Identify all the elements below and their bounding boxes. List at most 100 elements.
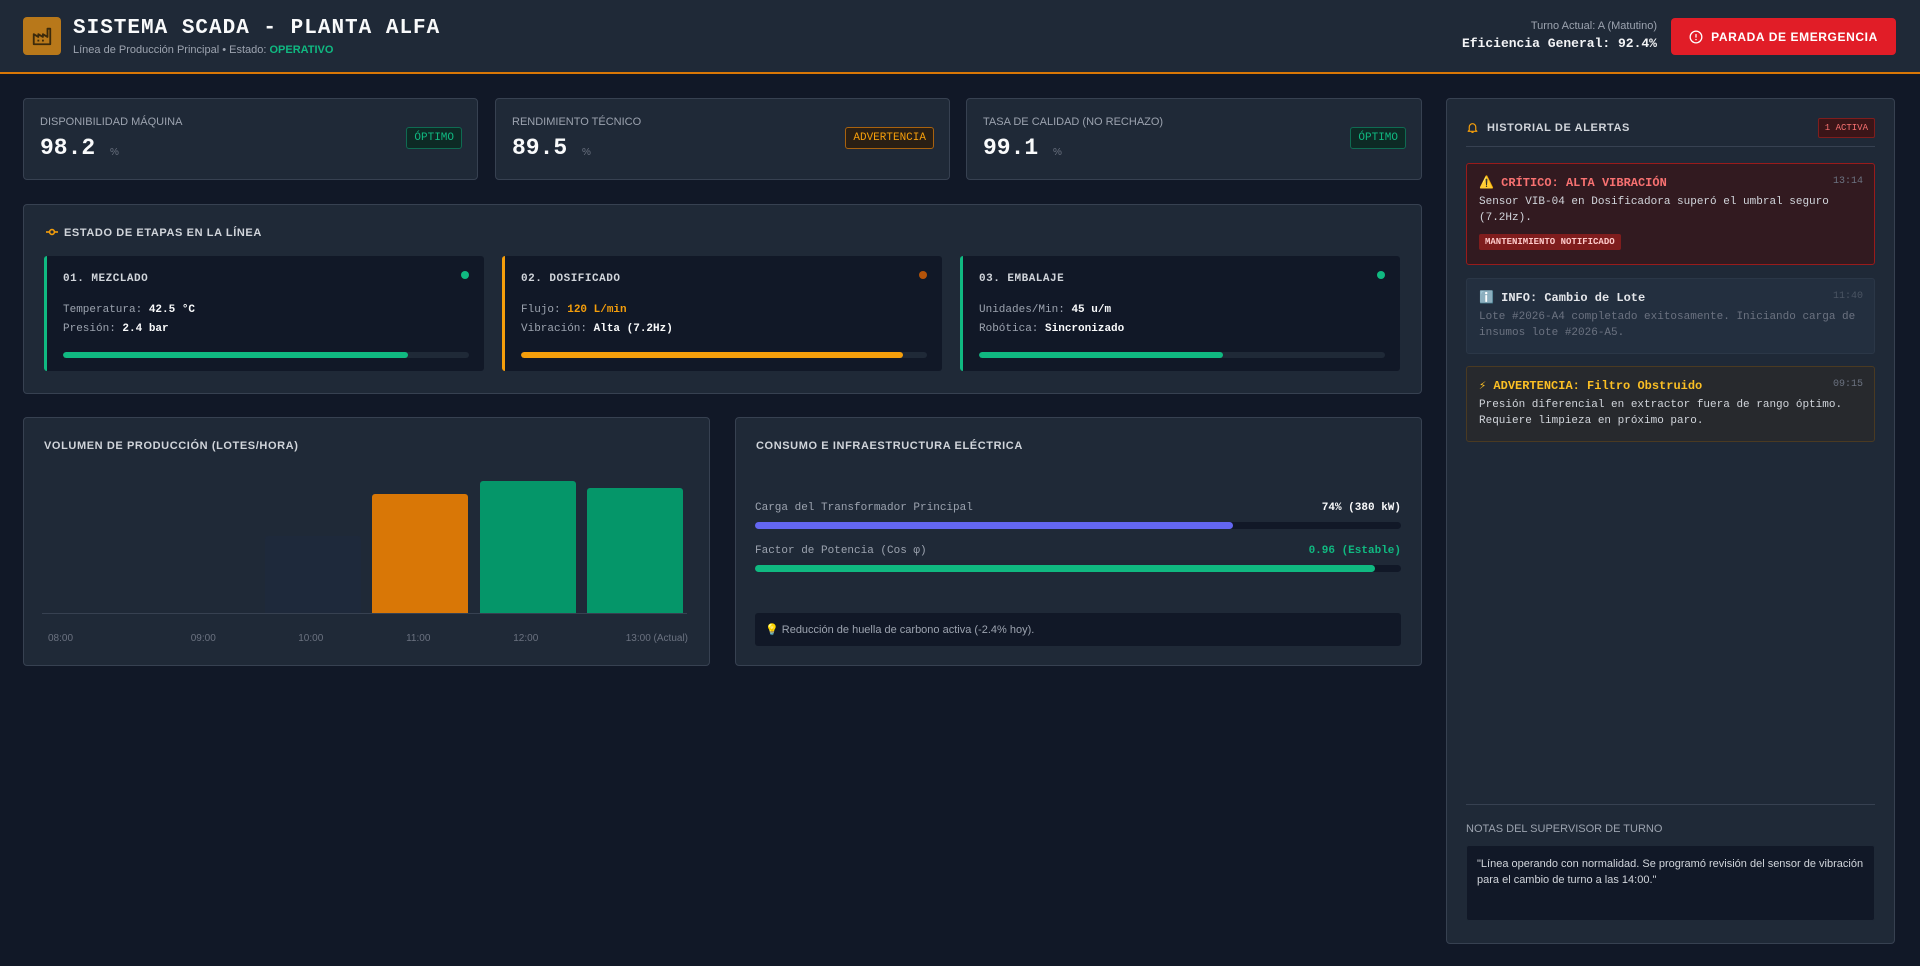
emergency-stop-label: PARADA DE EMERGENCIA — [1711, 29, 1878, 44]
production-chart-panel: VOLUMEN DE PRODUCCIÓN (LOTES/HORA) 08:00… — [23, 417, 710, 666]
metric-value: 120 L/min — [567, 304, 627, 316]
metric-label: Presión: — [63, 323, 116, 335]
stage-card-mixing[interactable]: 01. MEZCLADO Temperatura: 42.5 °C Presió… — [44, 256, 484, 371]
kpi-value: 89.5 — [512, 135, 568, 161]
overall-efficiency: Eficiencia General: 92.4% — [1461, 36, 1657, 51]
status-dot — [1377, 271, 1385, 279]
alert-body: Sensor VIB-04 en Dosificadora superó el … — [1479, 196, 1829, 224]
kpi-value: 99.1 — [983, 135, 1039, 161]
alerts-header: HISTORIAL DE ALERTAS — [1466, 121, 1630, 134]
x-tick-label: 10:00 — [298, 633, 324, 644]
stage-metric: Robótica: Sincronizado — [979, 323, 1124, 335]
stage-metric: Unidades/Min: 45 u/m — [979, 304, 1111, 316]
chart-bar — [372, 494, 469, 613]
supervisor-notes-field[interactable]: "Línea operando con normalidad. Se progr… — [1466, 845, 1875, 921]
kpi-label: TASA DE CALIDAD (NO RECHAZO) — [983, 116, 1164, 128]
kpi-unit: % — [582, 147, 591, 158]
active-alerts-badge: 1 ACTIVA — [1817, 118, 1875, 138]
alerts-title: HISTORIAL DE ALERTAS — [1487, 121, 1630, 134]
maintenance-tag: MANTENIMIENTO NOTIFICADO — [1479, 234, 1621, 250]
metric-value: 2.4 bar — [122, 323, 169, 335]
x-tick-label: 13:00 (Actual) — [625, 633, 688, 644]
stage-metric: Temperatura: 42.5 °C — [63, 304, 195, 316]
app-title: SISTEMA SCADA - PLANTA ALFA — [73, 17, 441, 40]
status-badge: ÓPTIMO — [1350, 127, 1406, 149]
subtitle-text: Línea de Producción Principal • Estado: — [73, 44, 270, 56]
alert-title: ⚠️ CRÍTICO: ALTA VIBRACIÓN — [1479, 176, 1667, 190]
x-tick-label: 09:00 — [190, 633, 216, 644]
transformer-load-bar — [755, 522, 1401, 529]
x-tick-label: 11:00 — [406, 633, 431, 644]
notes-divider — [1466, 804, 1875, 805]
stage-card-dosing[interactable]: 02. DOSIFICADO Flujo: 120 L/min Vibració… — [502, 256, 942, 371]
emergency-stop-button[interactable]: PARADA DE EMERGENCIA — [1671, 18, 1896, 55]
stages-title-text: ESTADO DE ETAPAS EN LA LÍNEA — [64, 227, 262, 239]
top-header: SISTEMA SCADA - PLANTA ALFA Línea de Pro… — [0, 0, 1920, 74]
power-factor-label: Factor de Potencia (Cos φ) — [755, 545, 927, 557]
metric-label: Vibración: — [521, 323, 588, 335]
bell-icon — [1467, 123, 1478, 133]
kpi-unit: % — [1053, 147, 1062, 158]
alert-info[interactable]: ℹ️ INFO: Cambio de Lote 11:40 Lote #2026… — [1466, 278, 1875, 354]
kpi-card-availability: DISPONIBILIDAD MÁQUINA 98.2 % ÓPTIMO — [23, 98, 478, 180]
progress-fill — [63, 352, 409, 358]
power-panel: CONSUMO E INFRAESTRUCTURA ELÉCTRICA Carg… — [735, 417, 1422, 666]
status-badge: ÓPTIMO — [406, 127, 462, 149]
kpi-label: DISPONIBILIDAD MÁQUINA — [40, 116, 183, 128]
chart-bar — [587, 487, 684, 613]
alert-title: ⚡ ADVERTENCIA: Filtro Obstruido — [1479, 379, 1703, 393]
carbon-note: 💡 Reducción de huella de carbono activa … — [755, 613, 1401, 646]
alert-time: 09:15 — [1832, 379, 1863, 390]
metric-label: Robótica: — [979, 323, 1039, 335]
status-badge: ADVERTENCIA — [845, 127, 934, 149]
alert-critical[interactable]: ⚠️ CRÍTICO: ALTA VIBRACIÓN 13:14 Sensor … — [1466, 163, 1875, 265]
stage-card-packaging[interactable]: 03. EMBALAJE Unidades/Min: 45 u/m Robóti… — [960, 256, 1400, 371]
stage-progress-bar — [979, 352, 1385, 358]
kpi-value: 98.2 — [40, 135, 96, 161]
chart-bar — [264, 536, 361, 613]
progress-fill — [979, 352, 1223, 358]
kpi-card-performance: RENDIMIENTO TÉCNICO 89.5 % ADVERTENCIA — [495, 98, 950, 180]
line-stages-panel: ESTADO DE ETAPAS EN LA LÍNEA 01. MEZCLAD… — [23, 204, 1422, 394]
power-title: CONSUMO E INFRAESTRUCTURA ELÉCTRICA — [756, 440, 1023, 452]
stage-title: 02. DOSIFICADO — [521, 273, 621, 285]
alert-warning[interactable]: ⚡ ADVERTENCIA: Filtro Obstruido 09:15 Pr… — [1466, 366, 1875, 442]
x-tick-label: 12:00 — [513, 633, 539, 644]
stage-metric: Presión: 2.4 bar — [63, 323, 169, 335]
alert-time: 11:40 — [1832, 291, 1863, 302]
status-dot — [461, 271, 469, 279]
alert-body: Presión diferencial en extractor fuera d… — [1479, 399, 1843, 427]
alert-time: 13:14 — [1832, 176, 1863, 187]
alerts-divider — [1466, 146, 1875, 147]
alert-body: Lote #2026-A4 completado exitosamente. I… — [1479, 311, 1856, 339]
stage-metric: Flujo: 120 L/min — [521, 304, 627, 316]
metric-label: Temperatura: — [63, 304, 143, 316]
power-factor-value: 0.96 (Estable) — [1308, 545, 1401, 557]
line-stages-title: ESTADO DE ETAPAS EN LA LÍNEA — [46, 227, 262, 239]
shift-label: Turno Actual: A (Matutino) — [1530, 20, 1657, 32]
metric-label: Flujo: — [521, 304, 561, 316]
pf-fill — [755, 565, 1376, 572]
metric-value: 42.5 °C — [148, 304, 196, 316]
kpi-card-quality: TASA DE CALIDAD (NO RECHAZO) 99.1 % ÓPTI… — [966, 98, 1422, 180]
stage-title: 01. MEZCLADO — [63, 273, 149, 285]
progress-fill — [521, 352, 903, 358]
kpi-label: RENDIMIENTO TÉCNICO — [512, 116, 642, 128]
line-status: OPERATIVO — [269, 44, 334, 56]
kpi-unit: % — [110, 147, 119, 158]
stages-icon — [46, 228, 58, 236]
stage-progress-bar — [63, 352, 469, 358]
metric-value: Sincronizado — [1045, 323, 1125, 335]
app-subtitle: Línea de Producción Principal • Estado: … — [73, 44, 333, 56]
stage-metric: Vibración: Alta (7.2Hz) — [521, 323, 673, 335]
status-dot — [919, 271, 927, 279]
alerts-panel: HISTORIAL DE ALERTAS 1 ACTIVA ⚠️ CRÍTICO… — [1446, 98, 1895, 944]
supervisor-notes-title: NOTAS DEL SUPERVISOR DE TURNO — [1466, 823, 1663, 835]
stage-title: 03. EMBALAJE — [979, 273, 1065, 285]
factory-icon — [23, 17, 61, 55]
alert-circle-icon — [1689, 30, 1703, 43]
production-title: VOLUMEN DE PRODUCCIÓN (LOTES/HORA) — [44, 440, 299, 452]
power-factor-bar — [755, 565, 1401, 572]
load-fill — [755, 522, 1234, 529]
metric-value: Alta (7.2Hz) — [593, 323, 673, 335]
